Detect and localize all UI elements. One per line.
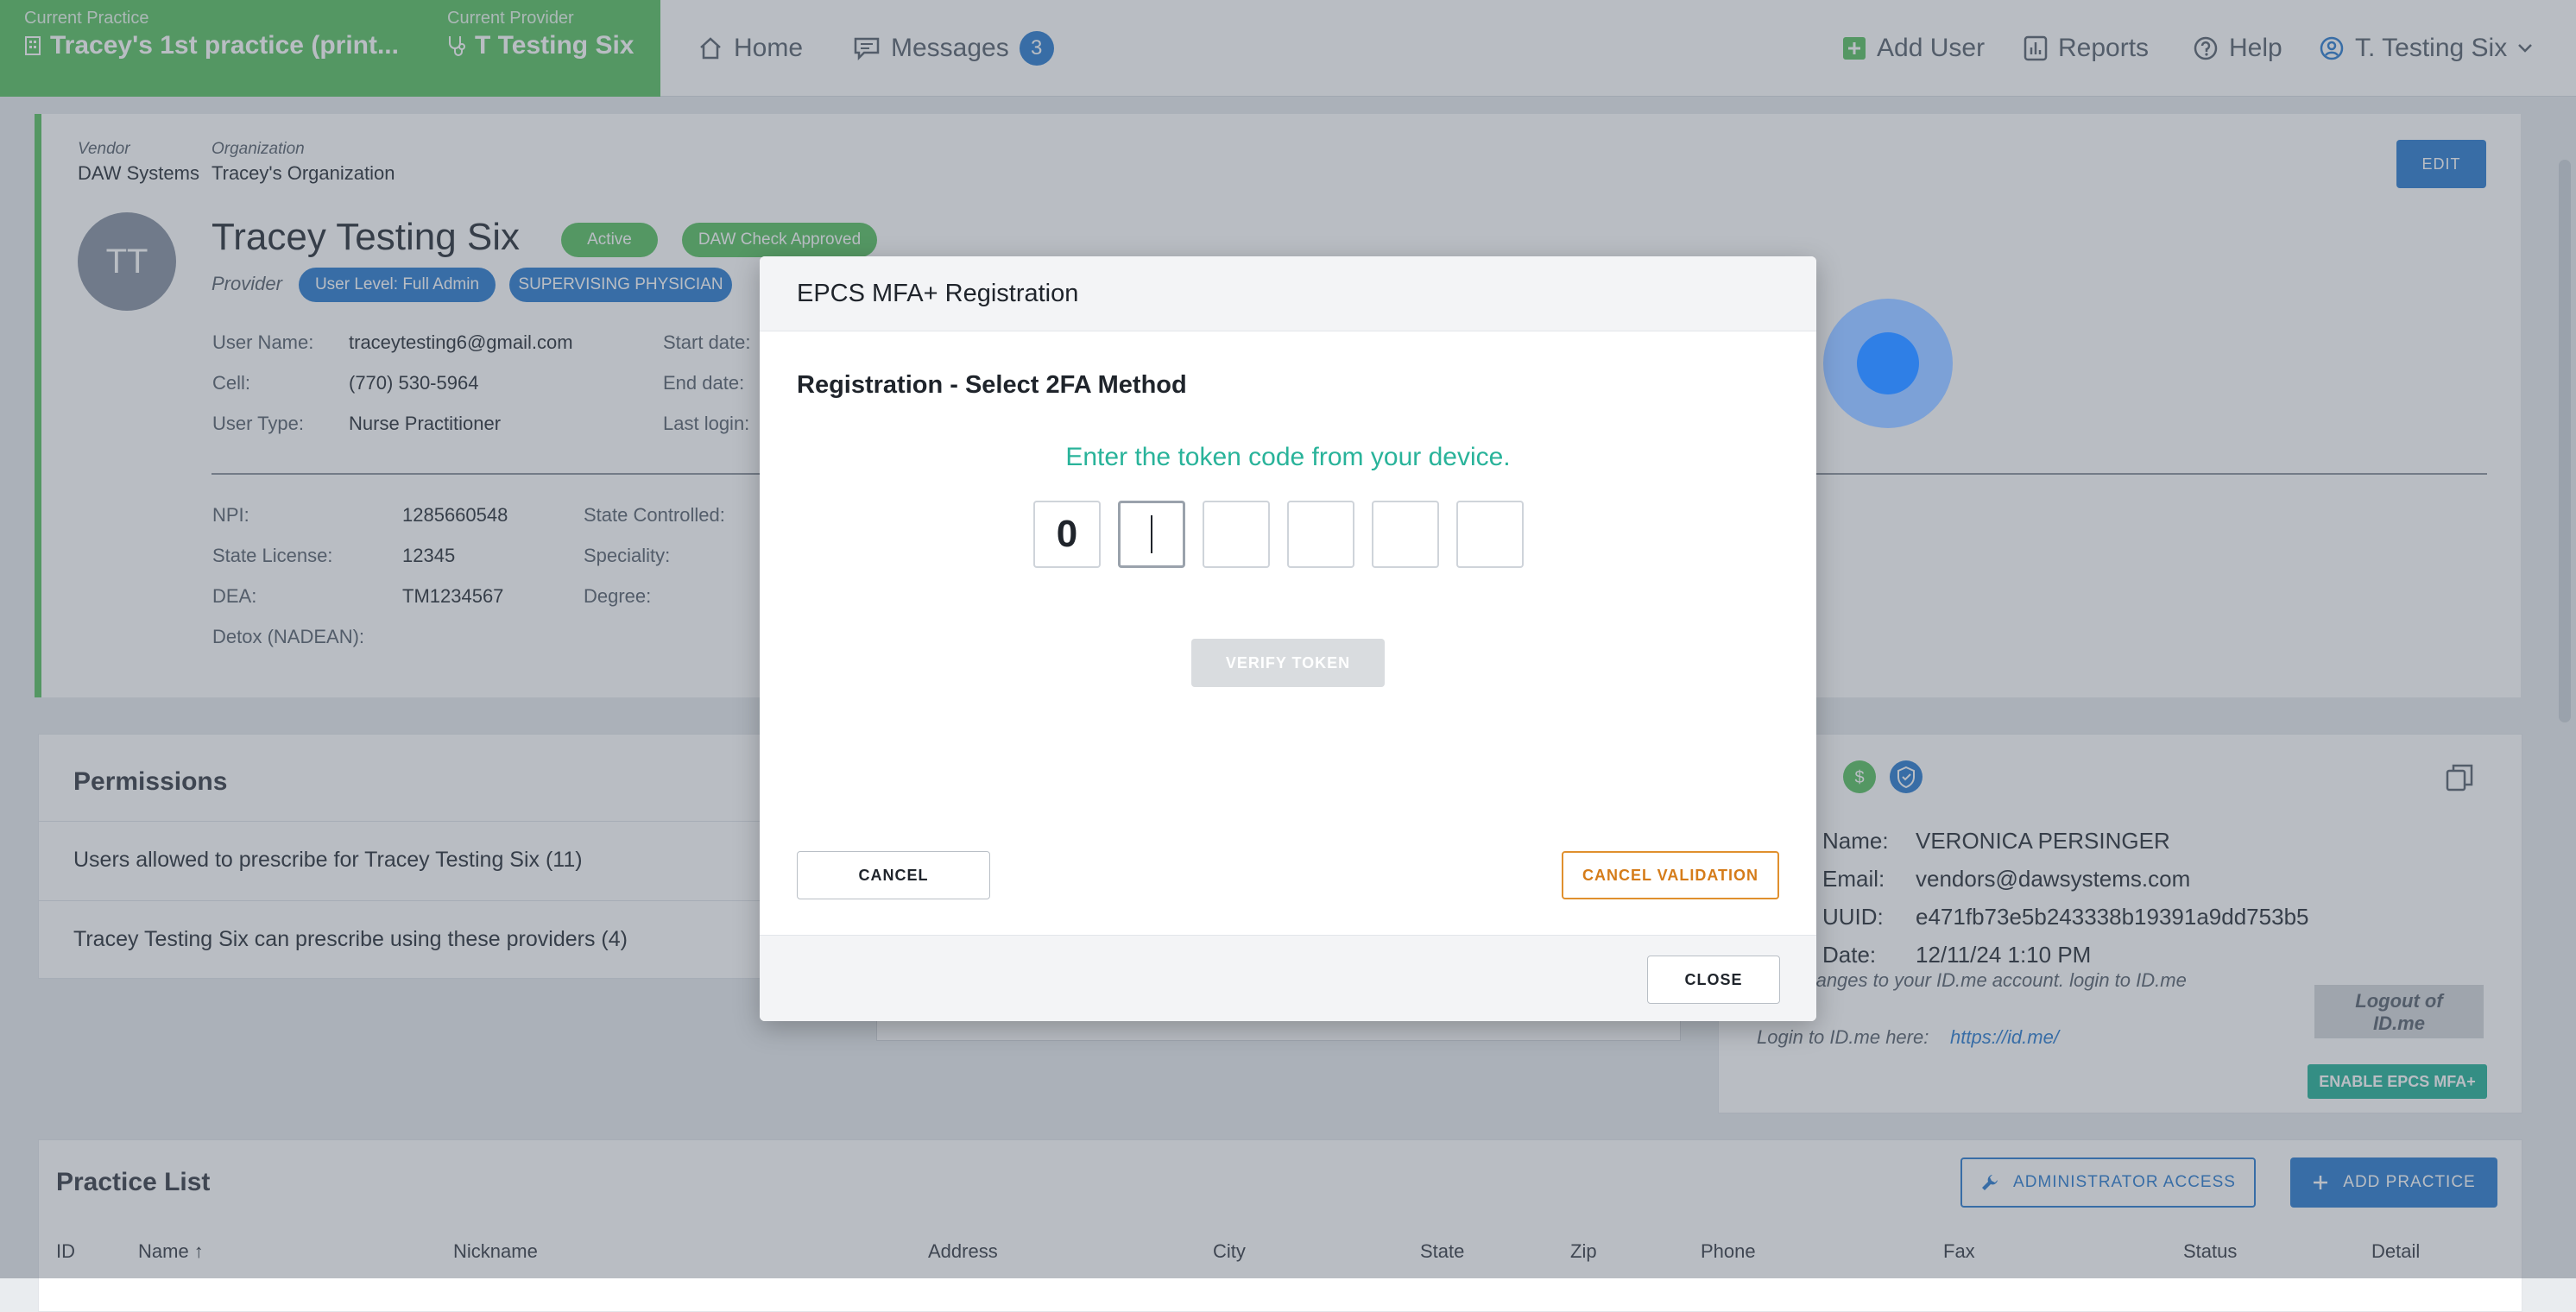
page-scrollbar[interactable] [2559,160,2571,722]
modal-title: EPCS MFA+ Registration [797,280,1079,307]
close-button[interactable]: CLOSE [1647,956,1780,1004]
token-digit-1[interactable]: 0 [1033,501,1101,568]
token-digit-3[interactable] [1203,501,1270,568]
modal-footer: CLOSE [760,935,1816,1021]
cancel-validation-button[interactable]: CANCEL VALIDATION [1562,851,1779,899]
token-instruction: Enter the token code from your device. [1065,443,1511,471]
token-digit-2[interactable] [1118,501,1185,568]
cancel-button[interactable]: CANCEL [797,851,990,899]
token-digit-5[interactable] [1372,501,1439,568]
verify-token-button[interactable]: VERIFY TOKEN [1191,639,1385,687]
token-digit-4[interactable] [1287,501,1354,568]
token-digit-6[interactable] [1456,501,1524,568]
epcs-registration-modal: EPCS MFA+ Registration Registration - Se… [760,256,1816,1021]
modal-subtitle: Registration - Select 2FA Method [797,371,1187,399]
text-caret [1151,515,1152,553]
modal-header: EPCS MFA+ Registration [760,256,1816,331]
click-indicator-dot [1857,332,1919,394]
